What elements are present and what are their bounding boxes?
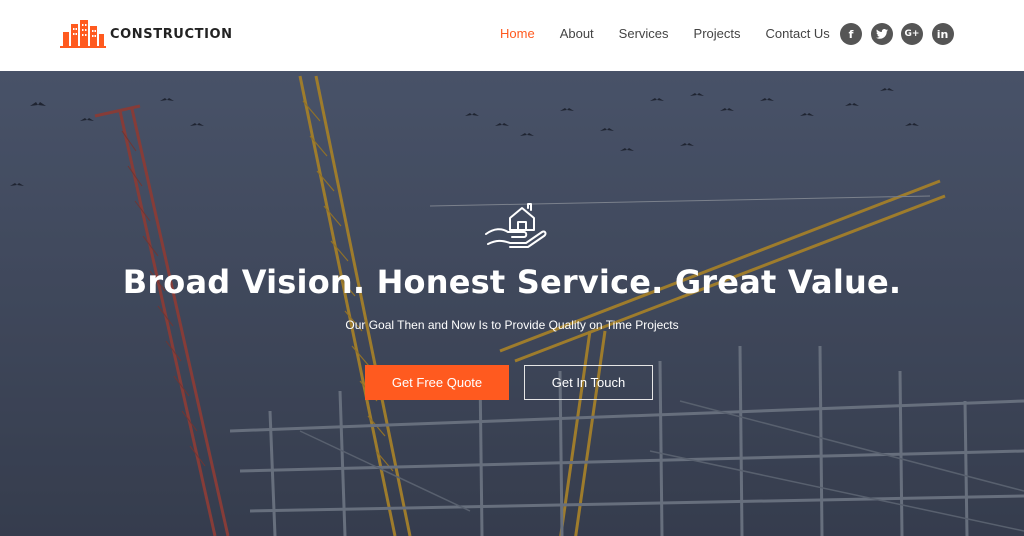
nav-item-contact-us[interactable]: Contact Us <box>766 26 830 41</box>
main-nav: Home About Services Projects Contact Us <box>500 26 855 41</box>
hero-section: Broad Vision. Honest Service. Great Valu… <box>0 71 1024 536</box>
buildings-logo-icon <box>60 20 106 48</box>
nav-item-home[interactable]: Home <box>500 26 535 41</box>
brand-name: CONSTRUCTION <box>110 26 233 42</box>
nav-item-services[interactable]: Services <box>619 26 669 41</box>
facebook-icon[interactable]: f <box>840 23 862 45</box>
social-links: f G+ in <box>840 23 962 45</box>
nav-item-about[interactable]: About <box>560 26 594 41</box>
site-header: CONSTRUCTION Home About Services Project… <box>0 0 1024 71</box>
twitter-bird-icon <box>875 29 888 39</box>
get-in-touch-button[interactable]: Get In Touch <box>524 365 653 400</box>
google-plus-icon[interactable]: G+ <box>901 23 923 45</box>
get-free-quote-button[interactable]: Get Free Quote <box>365 365 509 400</box>
hero-title: Broad Vision. Honest Service. Great Valu… <box>122 263 902 301</box>
twitter-icon[interactable] <box>870 23 893 45</box>
logo[interactable]: CONSTRUCTION <box>60 20 233 48</box>
hero-subtitle: Our Goal Then and Now Is to Provide Qual… <box>345 318 679 332</box>
hero-overlay <box>0 71 1024 536</box>
nav-item-projects[interactable]: Projects <box>694 26 741 41</box>
hand-holding-house-icon <box>485 203 547 248</box>
linkedin-icon[interactable]: in <box>931 23 954 45</box>
